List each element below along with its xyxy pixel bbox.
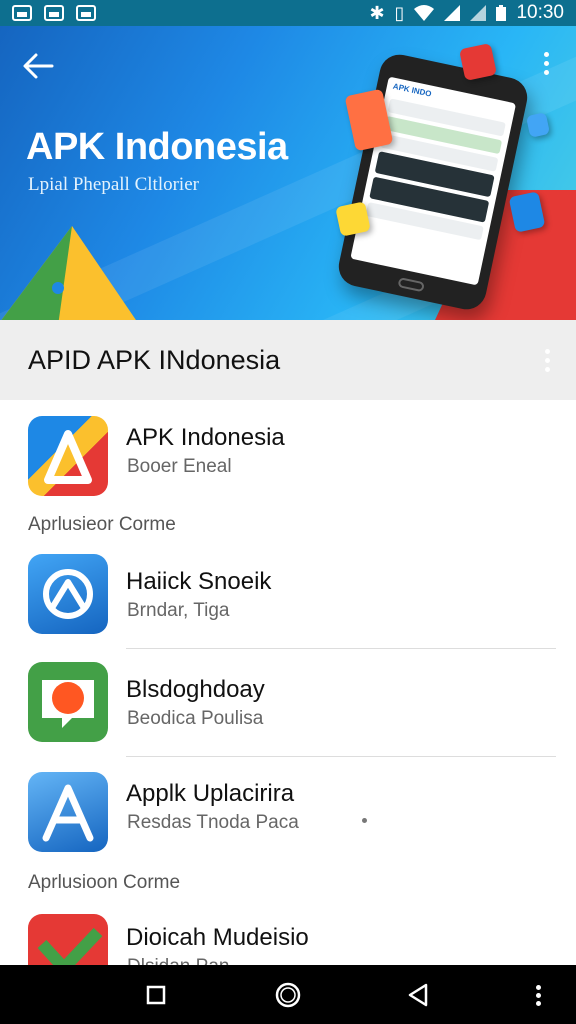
app-subtitle: Brndar, Tiga	[127, 600, 230, 621]
section-title: APID APK INdonesia	[28, 344, 281, 375]
circle-icon	[275, 982, 301, 1008]
app-subtitle: Beodica Poulisa	[127, 708, 264, 729]
recents-button[interactable]	[142, 981, 170, 1009]
arrow-left-icon	[23, 53, 54, 79]
group-label: Aprlusioon Corme	[28, 872, 181, 893]
item-overflow-menu[interactable]	[530, 578, 546, 608]
image-icon	[44, 5, 64, 21]
clock: 10:30	[516, 2, 564, 23]
app-name: Haiick Snoeik	[126, 568, 272, 595]
image-icon	[76, 5, 96, 21]
refresh-app-icon	[28, 554, 108, 634]
overflow-menu-button[interactable]	[538, 52, 554, 82]
hero-subtitle: Lpial Phepall Cltlorier	[28, 174, 199, 195]
app-name: Blsdoghdoay	[126, 676, 265, 703]
battery-icon	[496, 5, 507, 21]
square-icon	[146, 985, 166, 1005]
item-overflow-menu[interactable]	[530, 440, 546, 470]
check-app-icon	[28, 914, 108, 965]
app-tile-icon	[525, 112, 551, 138]
item-overflow-menu[interactable]	[530, 688, 546, 718]
list-item[interactable]: Dioicah Mudeisio Dlsidan Pan	[0, 902, 576, 965]
wifi-icon	[414, 5, 435, 21]
signal-icon	[444, 5, 461, 21]
list-item[interactable]: APK Indonesia Booer Eneal	[0, 404, 576, 504]
group-label: Aprlusieor Corme	[28, 514, 176, 535]
app-subtitle: Dlsidan Pan	[127, 956, 229, 965]
app-store-a-icon	[28, 772, 108, 852]
triangle-back-icon	[408, 983, 428, 1007]
list-item[interactable]: Haiick Snoeik Brndar, Tiga	[0, 542, 576, 642]
bluetooth-icon: ✱	[369, 2, 385, 23]
divider	[126, 756, 556, 757]
signal-icon	[470, 5, 487, 21]
app-name: Dioicah Mudeisio	[126, 924, 309, 951]
app-tile-icon	[335, 201, 371, 237]
section-header: APID APK INdonesia	[0, 320, 576, 400]
home-button[interactable]	[274, 981, 302, 1009]
back-nav-button[interactable]	[404, 981, 432, 1009]
image-icon	[12, 5, 32, 21]
item-overflow-menu[interactable]	[530, 938, 546, 965]
status-bar: ✱ ▯ 10:30	[0, 0, 576, 26]
chat-bubble-icon	[28, 662, 108, 742]
hero-title: APK Indonesia	[26, 126, 288, 168]
play-logo-icon	[1, 226, 136, 320]
navigation-bar	[0, 965, 576, 1024]
apk-indonesia-icon	[28, 416, 108, 496]
app-name: Applk Uplacirira	[126, 780, 295, 807]
vibrate-icon: ▯	[394, 2, 405, 23]
nav-overflow-menu[interactable]	[532, 985, 544, 1013]
app-subtitle: Resdas Tnoda Paca	[127, 812, 299, 833]
hero-banner: APK Indonesia Lpial Phepall Cltlorier AP…	[0, 26, 576, 320]
back-button[interactable]	[20, 50, 56, 82]
list-item[interactable]: Applk Uplacirira Resdas Tnoda Paca	[0, 760, 576, 860]
section-overflow-menu[interactable]	[545, 348, 550, 372]
app-name: APK Indonesia	[126, 424, 285, 451]
list-item[interactable]: Blsdoghdoay Beodica Poulisa	[0, 650, 576, 750]
app-subtitle: Booer Eneal	[127, 456, 232, 477]
divider	[126, 648, 556, 649]
app-tile-icon	[459, 43, 497, 81]
item-overflow-menu[interactable]	[530, 798, 546, 828]
